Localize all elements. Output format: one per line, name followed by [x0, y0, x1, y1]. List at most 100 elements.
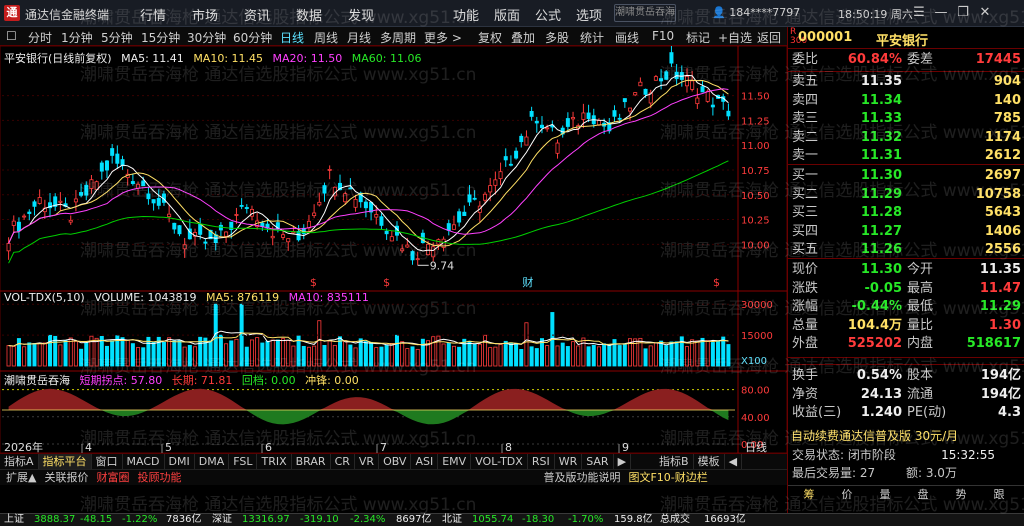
- indicator-tab-21[interactable]: ◀: [725, 454, 743, 469]
- indicator-tab-10[interactable]: VR: [355, 454, 380, 469]
- candle-body: [410, 251, 415, 261]
- menu-discover[interactable]: 发现: [348, 5, 374, 24]
- action-fuquan[interactable]: 复权: [478, 29, 502, 46]
- side-btn-4[interactable]: 势: [944, 487, 978, 503]
- indicator-tab-11[interactable]: OBV: [379, 454, 412, 469]
- period-more[interactable]: 更多 >: [424, 29, 462, 46]
- period-daily[interactable]: 日线: [280, 29, 304, 46]
- event-mark[interactable]: $: [310, 276, 317, 289]
- indicator-tab-13[interactable]: EMV: [438, 454, 472, 469]
- side-btn-3[interactable]: 盘: [906, 487, 940, 503]
- chart-area[interactable]: 11.50 11.25 11.00 10.75 10.50 10.25 10.00 11.83…: [0, 36, 788, 454]
- indicator-tab-15[interactable]: RSI: [528, 454, 555, 469]
- action-back[interactable]: 返回: [757, 29, 781, 46]
- indicator-tab-14[interactable]: VOL-TDX: [471, 454, 528, 469]
- period-8[interactable]: 周线: [314, 29, 338, 46]
- candle-body: [374, 214, 379, 218]
- action-add-watch[interactable]: +自选: [718, 29, 752, 46]
- period-1[interactable]: 分时: [28, 29, 52, 46]
- side-btn-5[interactable]: 跟: [982, 487, 1016, 503]
- version-info[interactable]: 普及版功能说明: [543, 470, 620, 485]
- menu-options[interactable]: 选项: [576, 5, 602, 24]
- asks-row[interactable]: 卖三 11.33 785: [788, 110, 1024, 128]
- indicator-tab-9[interactable]: CR: [331, 454, 355, 469]
- indicator-tab-19[interactable]: 指标B: [655, 454, 694, 469]
- expand-button[interactable]: 扩展▲: [6, 470, 36, 485]
- indicator-tab-8[interactable]: BRAR: [292, 454, 331, 469]
- event-mark[interactable]: $: [713, 276, 720, 289]
- indicator-tab-6[interactable]: FSL: [229, 454, 258, 469]
- minimize-icon[interactable]: —: [930, 3, 952, 23]
- volume-bar: [275, 339, 280, 367]
- menu-quotes[interactable]: 行情: [140, 5, 166, 24]
- period-5[interactable]: 30分钟: [187, 29, 226, 46]
- menu-formula[interactable]: 公式: [535, 5, 561, 24]
- indicator-tab-18[interactable]: ▶: [614, 454, 632, 469]
- bids-row[interactable]: 买五 11.26 2556: [788, 241, 1024, 259]
- action-draw[interactable]: 画线: [615, 29, 639, 46]
- period-6[interactable]: 60分钟: [233, 29, 272, 46]
- indicator-tab-5[interactable]: DMA: [195, 454, 230, 469]
- side-btn-2[interactable]: 量: [868, 487, 902, 503]
- indicator-tab-3[interactable]: MACD: [123, 454, 165, 469]
- stock-code[interactable]: 000001: [798, 30, 852, 45]
- volume-bar: [705, 340, 710, 367]
- period-4[interactable]: 15分钟: [141, 29, 180, 46]
- period-3[interactable]: 5分钟: [101, 29, 133, 46]
- promo-banner[interactable]: 自动续费通达信普及版 30元/月: [791, 427, 958, 444]
- asks-row[interactable]: 卖一 11.31 2612: [788, 147, 1024, 165]
- f10-sidebar[interactable]: 图文F10-财边栏: [628, 470, 707, 485]
- indicator-tab-0[interactable]: 指标A: [0, 454, 39, 469]
- advisor-function[interactable]: 投顾功能: [137, 470, 181, 485]
- related-quotes[interactable]: 关联报价: [44, 470, 88, 485]
- action-multistock[interactable]: 多股: [545, 29, 569, 46]
- stat-label-2: 量比: [907, 317, 934, 333]
- asks-row[interactable]: 卖二 11.32 1174: [788, 129, 1024, 147]
- period-2[interactable]: 1分钟: [61, 29, 93, 46]
- bids-price: 11.30: [860, 168, 902, 183]
- stock-name[interactable]: 平安银行: [876, 30, 928, 49]
- action-overlay[interactable]: 叠加: [511, 29, 535, 46]
- action-f10[interactable]: F10: [652, 29, 674, 43]
- action-mark[interactable]: 标记: [686, 29, 710, 46]
- menu-market[interactable]: 市场: [192, 5, 218, 24]
- indicator-tab-17[interactable]: SAR: [582, 454, 614, 469]
- volume-bar: [348, 344, 353, 367]
- indicator-tick: 40.00: [741, 413, 770, 424]
- indicator-tab-16[interactable]: WR: [555, 454, 583, 469]
- indicator-tab-4[interactable]: DMI: [165, 454, 195, 469]
- period-9[interactable]: 月线: [347, 29, 371, 46]
- indicator-tab-12[interactable]: ASI: [411, 454, 439, 469]
- menu-layout[interactable]: 版面: [494, 5, 520, 24]
- menu-data[interactable]: 数据: [296, 5, 322, 24]
- menu-news[interactable]: 资讯: [244, 5, 270, 24]
- bids-row[interactable]: 买四 11.27 1406: [788, 223, 1024, 241]
- kline-chart[interactable]: 11.50 11.25 11.00 10.75 10.50 10.25 10.00 11.83…: [0, 36, 788, 454]
- close-icon[interactable]: ✕: [974, 3, 996, 23]
- indicator-tab-1[interactable]: 指标平台: [38, 454, 92, 469]
- wealth-circle[interactable]: 财富圈: [96, 470, 129, 485]
- bids-row[interactable]: 买二 11.29 10758: [788, 186, 1024, 204]
- bids-row[interactable]: 买一 11.30 2697: [788, 167, 1024, 185]
- user-account[interactable]: 👤 184****7797: [712, 6, 800, 19]
- menu-function[interactable]: 功能: [453, 5, 479, 24]
- period-multi[interactable]: 多周期: [380, 29, 416, 46]
- asks-row[interactable]: 卖五 11.35 904: [788, 73, 1024, 91]
- event-mark[interactable]: 财: [522, 275, 533, 289]
- event-mark[interactable]: $: [383, 276, 390, 289]
- action-stats[interactable]: 统计: [580, 29, 604, 46]
- menu-icon[interactable]: ☰: [908, 3, 930, 23]
- user-icon: 👤: [712, 6, 730, 19]
- indicator-tab-2[interactable]: 窗口: [92, 454, 123, 469]
- asks-row[interactable]: 卖四 11.34 140: [788, 92, 1024, 110]
- side-btn-0[interactable]: 筹: [792, 487, 826, 503]
- search-box[interactable]: 潮啸贯岳吞海枪: [614, 4, 676, 22]
- side-btn-1[interactable]: 价: [830, 487, 864, 503]
- maximize-icon[interactable]: ❐: [952, 3, 974, 23]
- indicator-tab-20[interactable]: 模板: [694, 454, 725, 469]
- candle-body: [664, 71, 669, 80]
- chart-type-icon[interactable]: ☐: [6, 29, 17, 43]
- indicator-tab-7[interactable]: TRIX: [257, 454, 292, 469]
- candle-body: [384, 230, 389, 235]
- bids-row[interactable]: 买三 11.28 5643: [788, 204, 1024, 222]
